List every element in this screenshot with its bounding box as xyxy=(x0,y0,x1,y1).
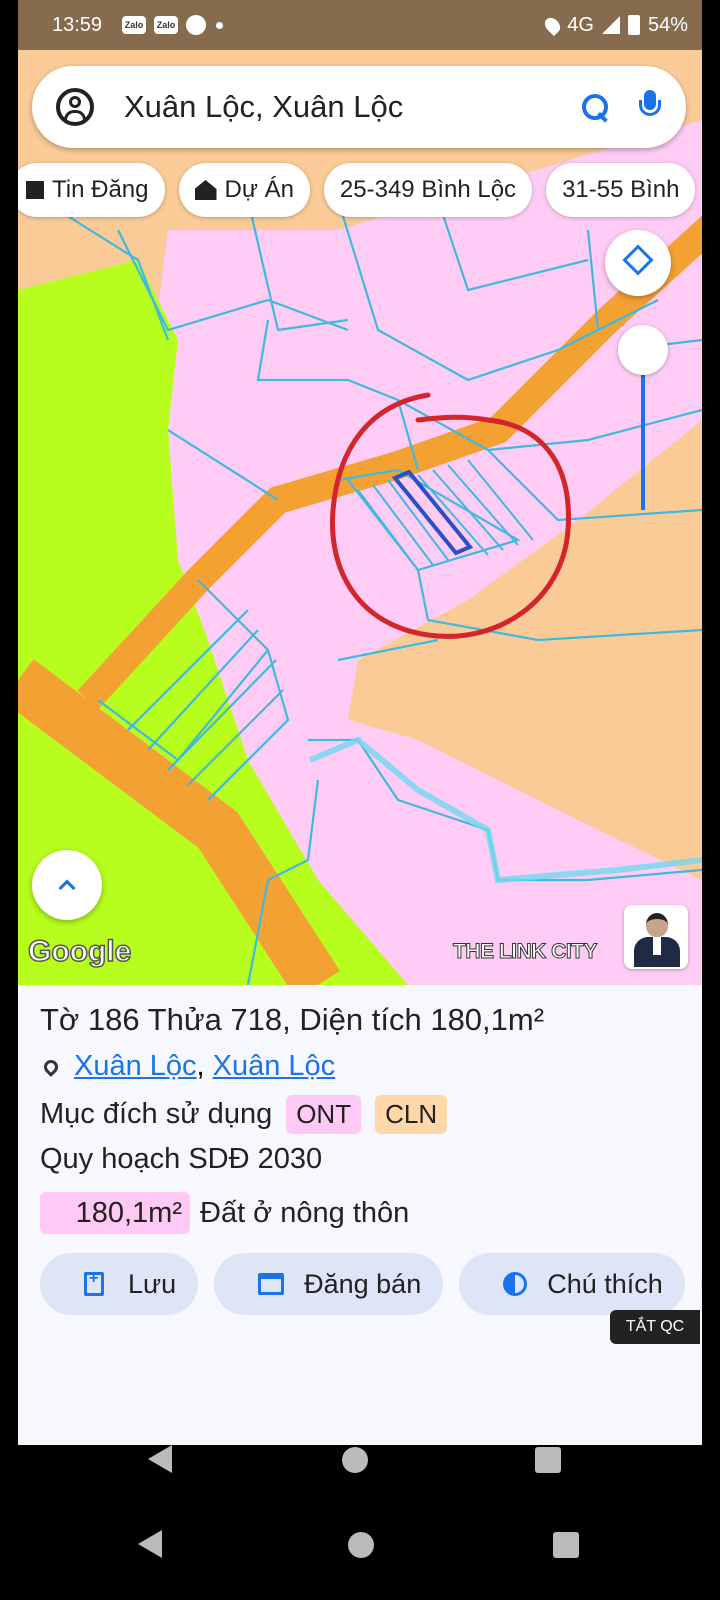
location-pin-icon xyxy=(41,1056,61,1077)
location-link-district[interactable]: Xuân Lộc xyxy=(213,1050,336,1083)
expand-up-button[interactable] xyxy=(32,850,102,920)
zalo-icon: Zalo xyxy=(154,16,179,34)
messenger-icon xyxy=(186,15,207,35)
navigation-bar xyxy=(0,1445,720,1600)
purpose-tag-ont: ONT xyxy=(286,1095,362,1134)
search-bar[interactable]: Xuân Lộc, Xuân Lộc xyxy=(32,66,686,148)
purpose-label: Mục đích sử dụng xyxy=(40,1098,273,1130)
post-sale-button[interactable]: Đăng bán xyxy=(214,1253,444,1315)
opacity-slider-thumb[interactable] xyxy=(618,325,668,375)
status-time: 13:59 xyxy=(52,13,103,36)
search-icon[interactable] xyxy=(580,92,610,122)
notification-dot-icon xyxy=(216,21,224,29)
house-icon xyxy=(194,180,217,200)
add-doc-icon xyxy=(84,1270,104,1296)
filter-chips: Tin Đăng Dự Án 25-349 Bình Lộc 31-55 Bìn… xyxy=(18,163,696,217)
battery-icon xyxy=(627,15,640,35)
parcel-location: Xuân Lộc , Xuân Lộc xyxy=(40,1050,335,1083)
chip-address-1[interactable]: 25-349 Bình Lộc xyxy=(323,163,533,217)
chevron-up-icon xyxy=(58,879,76,897)
calendar-icon xyxy=(258,1273,285,1295)
chip-du-an[interactable]: Dự Án xyxy=(178,163,310,217)
layers-button[interactable] xyxy=(605,230,671,296)
google-logo: Google xyxy=(27,934,132,969)
account-icon[interactable] xyxy=(56,88,94,126)
chip-address-2[interactable]: 31-55 Bình xyxy=(546,163,696,217)
purpose-tag-cln: CLN xyxy=(375,1095,448,1134)
layers-icon xyxy=(622,244,654,276)
chip-label: Dự Án xyxy=(224,176,294,203)
home-icon[interactable] xyxy=(348,1532,374,1558)
list-icon xyxy=(26,181,44,199)
chip-tin-dang[interactable]: Tin Đăng xyxy=(18,163,165,217)
zalo-icon: Zalo xyxy=(122,16,147,34)
chip-label: 31-55 Bình xyxy=(562,176,680,203)
save-label: Lưu xyxy=(128,1268,177,1299)
chip-label: Tin Đăng xyxy=(52,176,149,203)
watermark-text: THE LINK CITY xyxy=(453,940,599,964)
recent-apps-icon[interactable] xyxy=(535,1447,561,1473)
avatar-shirt xyxy=(653,937,661,955)
post-sale-label: Đăng bán xyxy=(304,1268,422,1299)
save-button[interactable]: Lưu xyxy=(40,1253,199,1315)
legend-button[interactable]: Chú thích xyxy=(459,1253,685,1315)
disable-ads-button[interactable]: TẮT QC xyxy=(610,1310,700,1344)
recent-apps-icon[interactable] xyxy=(553,1532,579,1558)
app-screen: 13:59 Zalo Zalo 4G 54% Xuân Lộc, Xuân Lộ… xyxy=(18,0,702,1445)
agent-avatar[interactable] xyxy=(624,905,688,969)
contrast-icon xyxy=(503,1272,528,1296)
more-action-button[interactable] xyxy=(700,1253,702,1315)
search-query[interactable]: Xuân Lộc, Xuân Lộc xyxy=(124,89,580,125)
land-use-purpose: Mục đích sử dụng ONT CLN xyxy=(40,1095,448,1134)
signal-icon xyxy=(601,16,620,34)
area-row: 180,1m² Đất ở nông thôn xyxy=(40,1192,409,1234)
home-icon[interactable] xyxy=(342,1447,368,1473)
status-bar: 13:59 Zalo Zalo 4G 54% xyxy=(18,0,702,50)
back-icon[interactable] xyxy=(148,1445,172,1473)
map-view[interactable]: 13:59 Zalo Zalo 4G 54% Xuân Lộc, Xuân Lộ… xyxy=(18,0,702,985)
avatar-head xyxy=(646,913,668,937)
parcel-title: Tờ 186 Thửa 718, Diện tích 180,1m² xyxy=(40,1002,545,1037)
action-buttons: Lưu Đăng bán Chú thích xyxy=(40,1253,702,1315)
location-separator: , xyxy=(196,1050,205,1082)
network-type: 4G xyxy=(567,13,594,36)
area-badge: 180,1m² xyxy=(40,1192,190,1234)
chip-label: 25-349 Bình Lộc xyxy=(339,176,517,203)
area-description: Đất ở nông thôn xyxy=(200,1196,410,1229)
location-link-commune[interactable]: Xuân Lộc xyxy=(74,1050,197,1083)
battery-level: 54% xyxy=(647,13,688,36)
back-icon[interactable] xyxy=(138,1530,162,1558)
land-use-plan: Quy hoạch SDĐ 2030 xyxy=(40,1143,323,1175)
microphone-icon[interactable] xyxy=(638,90,662,124)
legend-label: Chú thích xyxy=(547,1268,663,1299)
location-icon xyxy=(542,14,564,36)
